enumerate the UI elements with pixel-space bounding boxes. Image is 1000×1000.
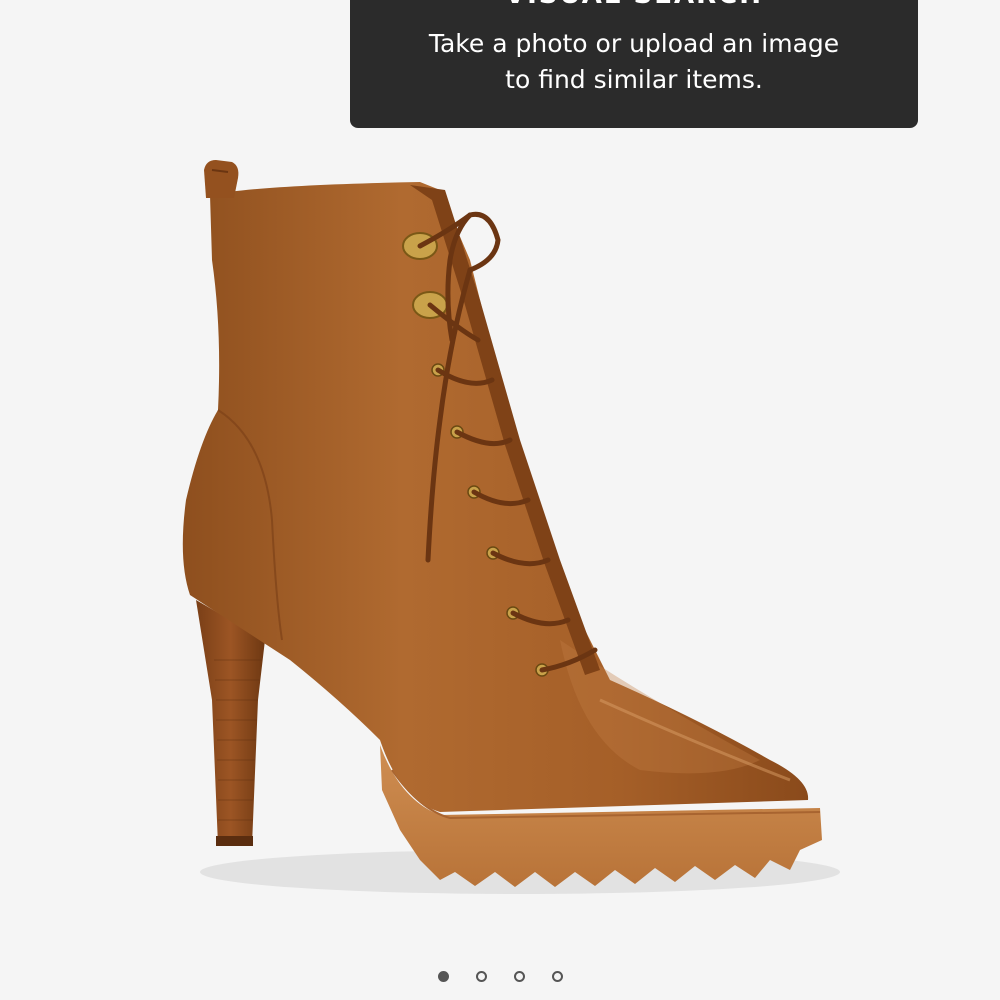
visual-search-tooltip[interactable]: VISUAL SEARCH Take a photo or upload an … [350,0,918,128]
carousel-dot-3[interactable] [513,971,525,982]
tooltip-body: Take a photo or upload an image to find … [370,26,898,98]
tooltip-title: VISUAL SEARCH [350,0,918,8]
carousel-dot-4[interactable] [551,971,563,982]
carousel-pagination [0,971,1000,982]
product-screen: VISUAL SEARCH Take a photo or upload an … [0,0,1000,1000]
tooltip-body-line-1: Take a photo or upload an image [428,29,840,58]
carousel-dot-2[interactable] [475,971,487,982]
product-image[interactable] [0,0,1000,1000]
carousel-dot-1[interactable] [437,971,449,982]
tooltip-body-line-2: to find similar items. [505,65,763,94]
